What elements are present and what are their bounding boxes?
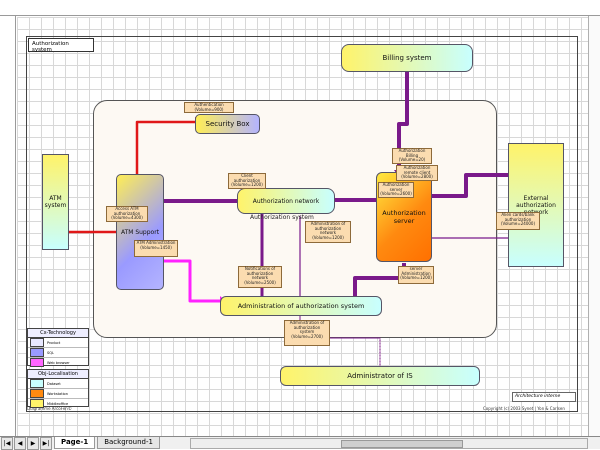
prev-page-icon[interactable]: ◀ [14, 436, 26, 450]
web-browser-swatch-icon [30, 358, 44, 367]
legend-row: Workstation [28, 389, 88, 399]
label-atm-administration[interactable]: ATM Administration (Volume=1450) [134, 240, 178, 257]
legend-row: SQL [28, 348, 88, 358]
legend-row: Web browser [28, 358, 88, 367]
label-authentication[interactable]: Authentication (Volume=900) [184, 102, 234, 113]
atm-system-node[interactable]: ATM system [42, 154, 69, 250]
legend-technology: Cx-Technology Product SQL Web browser [27, 328, 89, 367]
legend-row: Dataset [28, 379, 88, 389]
label-access-atm-authorization[interactable]: Access ATM authorization (Volume=4300) [106, 206, 148, 222]
sql-swatch-icon [30, 348, 44, 357]
authorization-network-node[interactable]: Authorization network [237, 188, 335, 214]
label-notifications-of-authorization-network[interactable]: Notifications of authorization network (… [238, 266, 282, 288]
label-client-authorization[interactable]: Client authorization (Volume=1200) [228, 173, 266, 189]
legend-row: Product [28, 338, 88, 348]
workstation-swatch-icon [30, 389, 44, 398]
page-tab-bar: |◀ ◀ ▶ ▶| Page-1 Background-1 [0, 436, 600, 450]
horizontal-scrollbar[interactable] [189, 437, 588, 449]
tab-background-1[interactable]: Background-1 [97, 437, 160, 449]
label-administration-of-authorization-network[interactable]: Administration of authorization network … [305, 221, 351, 243]
billing-system-node[interactable]: Billing system [341, 44, 473, 72]
next-page-icon[interactable]: ▶ [27, 436, 39, 450]
first-page-icon[interactable]: |◀ [1, 436, 13, 450]
legend-localisation-title: Obj-Localisation [28, 370, 88, 379]
administration-of-authorization-system-node[interactable]: Administration of authorization system [220, 296, 382, 316]
footer-left: Diagramme ArcoFen© [27, 406, 72, 411]
architecture-label: Architecture interne [512, 392, 576, 402]
security-box-node[interactable]: Security Box [195, 114, 260, 134]
atm-support-node[interactable]: ATM Support [116, 174, 164, 290]
external-authorization-network-node[interactable]: External authorization network [508, 143, 564, 267]
label-server-administration[interactable]: server Administration (Volume=1200) [398, 266, 434, 284]
legend-localisation: Obj-Localisation Dataset Workstation Mid… [27, 369, 89, 408]
administrator-of-is-node[interactable]: Administrator of IS [280, 366, 480, 386]
label-authorization-billing[interactable]: Authorization Billing (Volume=20) [392, 148, 432, 164]
label-authorization-server[interactable]: Authorization server (Volume=2600) [378, 182, 414, 198]
tab-page-1[interactable]: Page-1 [54, 437, 96, 449]
footer-right: Copyright (c) 2003 Synet | Yon & Carlsen [483, 406, 565, 411]
dataset-swatch-icon [30, 379, 44, 388]
last-page-icon[interactable]: ▶| [40, 436, 52, 450]
label-administration-of-authorization-system[interactable]: Administration of authorization system (… [284, 320, 330, 346]
label-authorization-remote-client[interactable]: Authorization remote client (Volume=2800… [396, 165, 438, 181]
scrollbar-thumb[interactable] [340, 439, 463, 448]
product-swatch-icon [30, 338, 44, 347]
label-alien-cards-authorization[interactable]: Alien cards/bank authorization (Volume=2… [496, 212, 540, 230]
legend-technology-title: Cx-Technology [28, 329, 88, 338]
